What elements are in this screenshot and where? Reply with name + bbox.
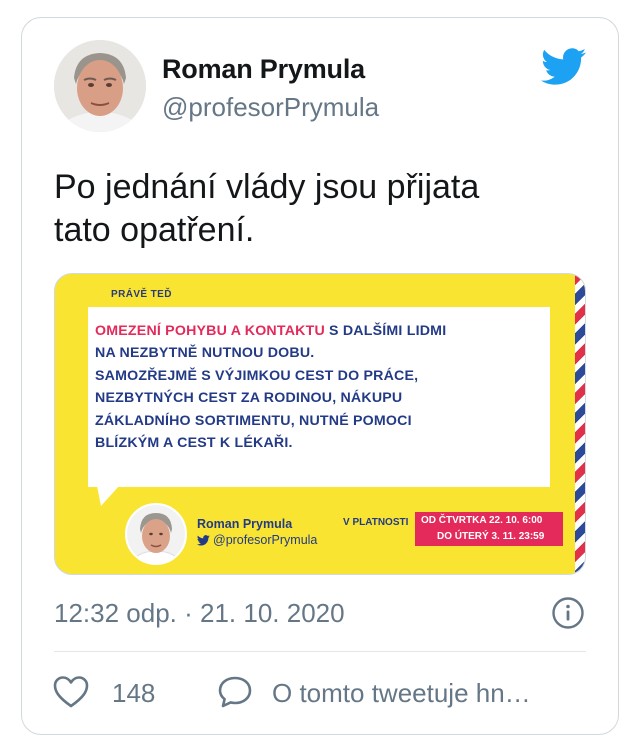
reply-bubble-icon[interactable]: [216, 674, 254, 710]
highlight-text: OMEZENÍ POHYBU A KONTAKTU: [95, 323, 325, 339]
measure-line-6: BLÍZKÝM A CEST K LÉKAŘI.: [95, 435, 293, 452]
signature-avatar: [125, 503, 187, 565]
measure-line-5: ZÁKLADNÍHO SORTIMENTU, NUTNÉ POMOCI: [95, 412, 412, 429]
validity-dates: OD ČTVRTKA 22. 10. 6:00 DO ÚTERÝ 3. 11. …: [415, 512, 563, 546]
discussion-link[interactable]: O tomto tweetuje hn…: [272, 678, 531, 709]
measure-line-3: SAMOZŘEJMĚ S VÝJIMKOU CEST DO PRÁCE,: [95, 367, 419, 384]
twitter-bird-icon[interactable]: [541, 48, 587, 86]
tweet-card[interactable]: Roman Prymula @profesorPrymula Po jednán…: [21, 17, 619, 735]
airmail-border: [575, 274, 585, 574]
heart-icon[interactable]: [52, 674, 90, 710]
tweet-text-line-2: tato opatření.: [54, 211, 255, 249]
info-icon[interactable]: [551, 596, 585, 630]
media-header-label: PRÁVĚ TEĎ: [111, 289, 172, 300]
measure-line-2: NA NEZBYTNĚ NUTNOU DOBU.: [95, 345, 315, 362]
measure-text: OMEZENÍ POHYBU A KONTAKTU S DALŠÍMI LIDM…: [95, 320, 515, 454]
validity-label: V PLATNOSTI: [343, 517, 409, 528]
speech-bubble-tail: [97, 486, 119, 506]
date-from: OD ČTVRTKA 22. 10. 6:00: [421, 515, 543, 526]
author-handle[interactable]: @profesorPrymula: [162, 92, 379, 123]
author-avatar[interactable]: [54, 40, 146, 132]
tweet-text: Po jednání vlády jsou přijata tato opatř…: [54, 166, 584, 252]
tweet-timestamp[interactable]: 12:32 odp. · 21. 10. 2020: [54, 598, 345, 629]
divider: [54, 651, 586, 652]
tweet-text-line-1: Po jednání vlády jsou přijata: [54, 168, 480, 206]
signature-handle-row: @profesorPrymula: [197, 533, 317, 547]
tweet-media-image[interactable]: PRÁVĚ TEĎ OMEZENÍ POHYBU A KONTAKTU S DA…: [54, 273, 586, 575]
author-name[interactable]: Roman Prymula: [162, 54, 365, 85]
measure-line-1: S DALŠÍMI LIDMI: [324, 323, 447, 339]
measure-line-4: NEZBYTNÝCH CEST ZA RODINOU, NÁKUPU: [95, 390, 403, 407]
mini-twitter-bird-icon: [197, 534, 210, 546]
signature-name: Roman Prymula: [197, 517, 293, 531]
date-to: DO ÚTERÝ 3. 11. 23:59: [437, 531, 545, 542]
signature-handle: @profesorPrymula: [213, 533, 318, 547]
like-count[interactable]: 148: [112, 678, 155, 709]
